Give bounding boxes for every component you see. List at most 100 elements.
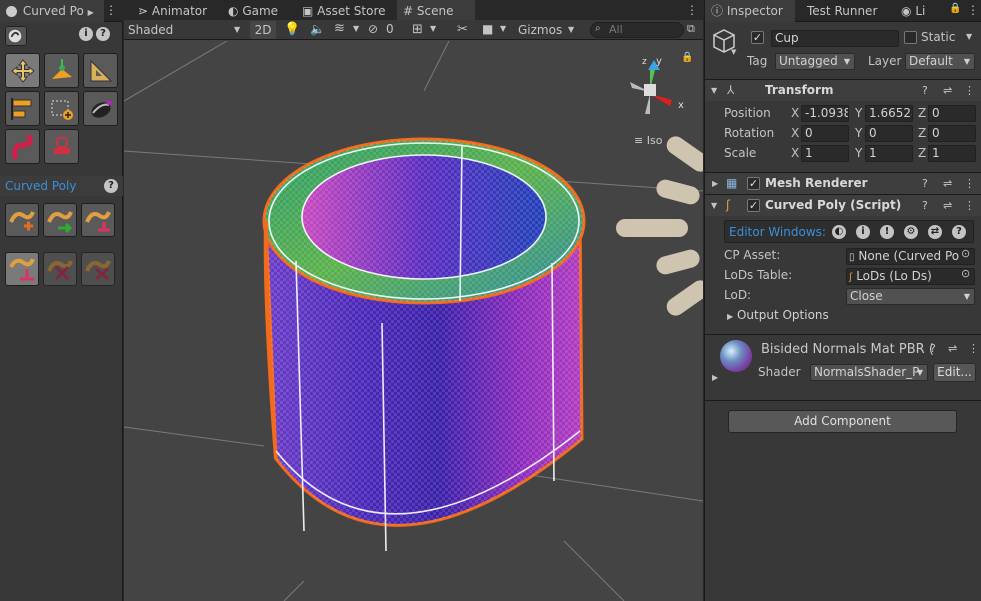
- preset-icon[interactable]: ⇌: [943, 195, 952, 216]
- lock-icon[interactable]: 🔒: [681, 52, 693, 63]
- preset-icon[interactable]: ⇌: [948, 342, 957, 355]
- cup-mesh[interactable]: [262, 137, 586, 552]
- grid-icon[interactable]: ⊞: [412, 22, 423, 37]
- projection-toggle[interactable]: ≡ Iso: [634, 134, 662, 147]
- static-checkbox[interactable]: [904, 31, 917, 44]
- curved-poly-header[interactable]: ▼ ʃ ✓ Curved Poly (Script) ? ⇌ ⋮: [705, 194, 981, 216]
- tab-game[interactable]: ◐ Game: [222, 0, 284, 22]
- component-menu-icon[interactable]: ⋮: [968, 342, 979, 355]
- component-menu-icon[interactable]: ⋮: [964, 80, 975, 101]
- tab-test-runner[interactable]: Test Runner: [801, 0, 883, 22]
- curved-poly-window-icon[interactable]: ◐: [832, 225, 846, 239]
- help-icon[interactable]: ?: [922, 80, 928, 101]
- grid-dropdown-icon[interactable]: ▼: [430, 24, 436, 33]
- object-picker-icon[interactable]: ⊙: [961, 247, 970, 260]
- static-dropdown-icon[interactable]: ▼: [966, 32, 972, 41]
- help-icon[interactable]: ?: [952, 225, 966, 239]
- tab-curved-poly[interactable]: Curved Po ▶: [0, 0, 104, 22]
- stamp-tool-button[interactable]: [44, 129, 79, 164]
- rotation-z-field[interactable]: 0: [928, 125, 976, 142]
- preset-icon[interactable]: ⇌: [943, 173, 952, 194]
- toggle-2d-button[interactable]: 2D: [250, 21, 276, 39]
- camera-icon[interactable]: ■: [482, 22, 493, 36]
- component-menu-icon[interactable]: ⋮: [964, 195, 975, 216]
- hidden-objects-icon[interactable]: ⊘: [368, 22, 378, 36]
- tools-icon[interactable]: ✂: [457, 22, 468, 37]
- active-checkbox[interactable]: ✓: [751, 31, 764, 44]
- expand-arrow-icon[interactable]: ▶: [712, 373, 718, 382]
- edit-point-tool-button[interactable]: [44, 53, 79, 88]
- move-tool-button[interactable]: [5, 53, 40, 88]
- help-icon[interactable]: ?: [930, 342, 936, 355]
- more-options-icon[interactable]: ⋮: [105, 3, 117, 17]
- viewport-canvas[interactable]: [124, 41, 703, 601]
- scale-y-field[interactable]: 1: [865, 145, 913, 162]
- scale-z-field[interactable]: 1: [928, 145, 976, 162]
- shading-mode-dropdown[interactable]: Shaded ▼: [128, 22, 244, 38]
- position-x-field[interactable]: -1.0938: [801, 105, 849, 122]
- lod-dropdown[interactable]: Close ▼: [846, 288, 975, 305]
- cp-asset-field[interactable]: ▯ None (Curved Po: [846, 248, 975, 265]
- scale-x-field[interactable]: 1: [801, 145, 849, 162]
- tag-dropdown[interactable]: Untagged ▼: [775, 53, 855, 70]
- maximize-icon[interactable]: ⧉: [687, 22, 695, 36]
- curve-tool-button[interactable]: [5, 129, 40, 164]
- scene-more-icon[interactable]: ⋮: [686, 3, 698, 17]
- effects-icon[interactable]: ≋: [334, 21, 345, 36]
- help-icon[interactable]: ?: [922, 173, 928, 194]
- split-curve-button[interactable]: [43, 252, 77, 286]
- effects-dropdown-icon[interactable]: ▼: [353, 24, 359, 33]
- help-icon[interactable]: ?: [922, 195, 928, 216]
- tab-inspector[interactable]: ⓘ Inspector: [705, 0, 795, 22]
- lock-icon[interactable]: 🔒: [949, 3, 961, 14]
- component-menu-icon[interactable]: ⋮: [964, 173, 975, 194]
- icon-dropdown-icon[interactable]: ▼: [731, 48, 736, 56]
- tab-asset-store[interactable]: ▣ Asset Store: [296, 0, 392, 22]
- mesh-renderer-header[interactable]: ▶ ▦ ✓ Mesh Renderer ? ⇌ ⋮: [705, 172, 981, 194]
- lightbulb-icon[interactable]: 💡: [284, 22, 300, 37]
- add-curve-button[interactable]: [5, 203, 39, 237]
- inspector-more-icon[interactable]: ⋮: [967, 3, 979, 17]
- tab-lighting[interactable]: ◉ Li: [895, 0, 931, 22]
- delete-curve-button[interactable]: [81, 252, 115, 286]
- transform-header[interactable]: ▼ ⅄ Transform ? ⇌ ⋮: [705, 79, 981, 101]
- help-icon[interactable]: ?: [96, 27, 110, 41]
- audio-icon[interactable]: 🔈: [310, 22, 325, 36]
- rotation-y-field[interactable]: 0: [865, 125, 913, 142]
- add-grid-tool-button[interactable]: [44, 91, 79, 126]
- object-picker-icon[interactable]: ⊙: [961, 267, 970, 280]
- layer-dropdown[interactable]: Default ▼: [905, 53, 975, 70]
- light-gizmo[interactable]: [616, 133, 703, 319]
- add-component-button[interactable]: Add Component: [728, 410, 957, 433]
- info-icon[interactable]: i: [856, 225, 870, 239]
- scene-view[interactable]: ⋗ Animator ◐ Game ▣ Asset Store # Scene …: [124, 0, 703, 601]
- position-z-field[interactable]: 0: [928, 105, 976, 122]
- orientation-gizmo[interactable]: y z x: [620, 52, 690, 130]
- lower-curve-button[interactable]: [5, 252, 39, 286]
- mesh-renderer-checkbox[interactable]: ✓: [747, 177, 760, 190]
- camera-dropdown-icon[interactable]: ▼: [500, 24, 506, 33]
- object-name-field[interactable]: Cup: [771, 30, 899, 47]
- scene-search-field[interactable]: ⌕ All: [590, 22, 684, 38]
- rotation-x-field[interactable]: 0: [801, 125, 849, 142]
- extend-curve-button[interactable]: [43, 203, 77, 237]
- settings-icon[interactable]: ⚙: [904, 225, 918, 239]
- preset-icon[interactable]: ⇌: [943, 80, 952, 101]
- info-icon[interactable]: i: [79, 27, 93, 41]
- output-options-foldout[interactable]: ▶ Output Options: [727, 308, 829, 322]
- lods-table-field[interactable]: ʃ LoDs (Lo Ds): [846, 268, 975, 285]
- panel-logo-button[interactable]: [5, 26, 27, 46]
- shader-dropdown[interactable]: NormalsShader_P ▼: [810, 364, 928, 381]
- about-icon[interactable]: !: [880, 225, 894, 239]
- edit-shader-button[interactable]: Edit...: [933, 363, 976, 382]
- ruler-tool-button[interactable]: [83, 53, 118, 88]
- align-tool-button[interactable]: [5, 91, 40, 126]
- position-y-field[interactable]: 1.66528: [865, 105, 913, 122]
- raise-curve-button[interactable]: [81, 203, 115, 237]
- curved-poly-checkbox[interactable]: ✓: [747, 199, 760, 212]
- section-help-icon[interactable]: ?: [104, 179, 118, 193]
- sculpt-tool-button[interactable]: [83, 91, 118, 126]
- tab-animator[interactable]: ⋗ Animator: [132, 0, 213, 22]
- tab-scene[interactable]: # Scene: [397, 0, 475, 22]
- swap-icon[interactable]: ⇄: [928, 225, 942, 239]
